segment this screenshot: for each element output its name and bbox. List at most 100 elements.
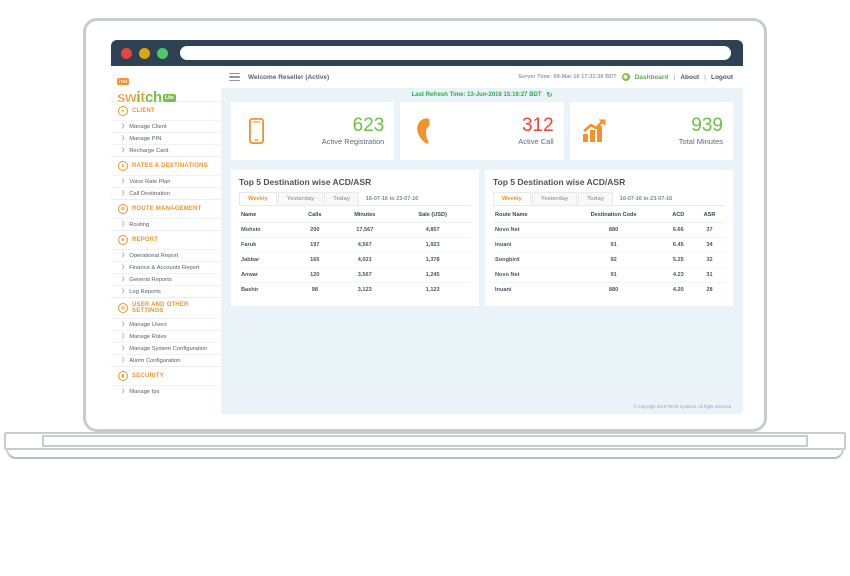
table-row[interactable]: Jabbar 165 4,021 1,378 <box>239 252 471 268</box>
chevron-right-icon: ❯ <box>121 178 126 184</box>
tab-weekly[interactable]: Weekly <box>493 192 531 205</box>
table-row[interactable]: Songbird 92 5.25 32 <box>493 252 725 268</box>
panel-title: Top 5 Destination wise ACD/ASR <box>239 177 372 187</box>
chevron-right-icon: ❯ <box>121 135 126 141</box>
sidebar-item-voice-rate-plan[interactable]: ❯ Voice Rate Plan <box>111 175 221 187</box>
mobile-phone-icon <box>239 118 273 144</box>
sidebar-section-route-management[interactable]: ⚙ ROUTE MANAGEMENT <box>111 199 221 218</box>
table-row[interactable]: Mohsin 200 17,567 4,857 <box>239 222 471 238</box>
browser-window: iTel switch Lite ● CLIENT ❯ Manage Client ❯ Ma… <box>111 40 743 414</box>
column-header: ACD <box>662 208 695 223</box>
brand-lite-badge: Lite <box>162 94 176 102</box>
chevron-right-icon: ❯ <box>121 333 126 339</box>
table-cell: Mohsin <box>239 222 295 238</box>
sidebar-section-user-and-other-settings[interactable]: ◎ USER AND OTHER SETTINGS <box>111 297 221 318</box>
tab-weekly[interactable]: Weekly <box>239 192 277 205</box>
sidebar-item-manage-roles[interactable]: ❯ Manage Roles <box>111 330 221 342</box>
tab-yesterday[interactable]: Yesterday <box>531 192 578 205</box>
table-cell: Jabbar <box>239 252 295 268</box>
maximize-icon[interactable] <box>157 47 168 59</box>
table-cell: 165 <box>294 252 336 268</box>
table-row[interactable]: Novo Net 91 4.23 31 <box>493 267 725 283</box>
bar-chart-arrow-icon <box>578 119 612 143</box>
sidebar-item-manage-system-configuration[interactable]: ❯ Manage System Configuration <box>111 342 221 354</box>
sidebar-item-label: Log Reports <box>129 288 161 295</box>
table-row[interactable]: Inuani 880 4.20 28 <box>493 283 725 298</box>
table-cell: 91 <box>564 267 663 283</box>
sidebar-item-label: Manage Ips <box>129 388 160 395</box>
date-range[interactable]: 16-07-16 to 23-07-16 <box>366 196 418 205</box>
minimize-icon[interactable] <box>139 47 150 59</box>
table-header-row: Route Name Destination Code ACD ASR <box>493 208 725 223</box>
table-cell: 17,567 <box>335 222 395 238</box>
table-cell: Inuani <box>495 287 512 293</box>
last-refresh-text: Last Refresh Time: 13-Jun-2016 15:16:27 … <box>411 92 542 98</box>
sidebar-item-label: Alarm Configuration <box>129 357 181 364</box>
sidebar-item-general-reports[interactable]: ❯ General Reports <box>111 273 221 285</box>
sidebar-section-label: REPORT <box>132 237 159 243</box>
kpi-card-total-minutes[interactable]: 939 Total Minutes <box>569 102 733 160</box>
footer-copyright: © Copyright 2015 REVE Systems. All Right… <box>633 404 731 409</box>
date-range[interactable]: 16-07-16 to 23-07-16 <box>620 196 672 205</box>
gear-icon: ⚙ <box>118 204 128 214</box>
tab-yesterday[interactable]: Yesterday <box>277 192 324 205</box>
table-row[interactable]: Bashir 98 3,123 1,123 <box>239 283 471 298</box>
sidebar-item-manage-ips[interactable]: ❯ Manage Ips <box>111 385 221 397</box>
table-cell: Faruk <box>239 237 295 253</box>
panel-row: Top 5 Destination wise ACD/ASR Weekly Ye… <box>221 160 743 306</box>
close-icon[interactable] <box>121 47 132 59</box>
table-cell: 3,567 <box>335 267 395 283</box>
brand-tag: iTel <box>117 78 130 85</box>
nav-dashboard[interactable]: Dashboard <box>635 74 669 81</box>
table-cell: 1,923 <box>394 237 471 253</box>
sidebar-item-call-destination[interactable]: ❯ Call Destination <box>111 187 221 199</box>
chevron-right-icon: ❯ <box>121 264 126 270</box>
table-cell: 4,857 <box>394 222 471 238</box>
sidebar-item-finance-accounts-report[interactable]: ❯ Finance & Accounts Report <box>111 261 221 273</box>
sidebar-section-security[interactable]: ▮ SECURITY <box>111 366 221 385</box>
sidebar-item-manage-pin[interactable]: ❯ Manage PIN <box>111 132 221 144</box>
menu-toggle-icon[interactable] <box>229 72 240 82</box>
table-row[interactable]: Faruk 197 4,567 1,923 <box>239 237 471 253</box>
column-header: Name <box>239 208 295 223</box>
sidebar-item-label: Manage System Configuration <box>129 345 208 352</box>
sidebar-item-alarm-configuration[interactable]: ❯ Alarm Configuration <box>111 354 221 366</box>
address-bar[interactable] <box>180 46 731 60</box>
sidebar-section-rates-destinations[interactable]: $ RATES & DESTINATIONS <box>111 156 221 175</box>
sidebar-item-manage-client[interactable]: ❯ Manage Client <box>111 120 221 132</box>
kpi-value: 623 <box>352 115 385 136</box>
panel-title: Top 5 Destination wise ACD/ASR <box>493 177 626 187</box>
chevron-right-icon: ❯ <box>121 252 126 258</box>
server-time: Server Time: 09-Mar-16 17:31:38 BDT <box>518 74 617 80</box>
table-row[interactable]: Anwar 120 3,567 1,245 <box>239 267 471 283</box>
table-cell: 1,245 <box>394 267 471 283</box>
column-header: Sale (USD) <box>394 208 471 223</box>
tab-today[interactable]: Today <box>324 192 359 205</box>
destination-table-right: Route Name Destination Code ACD ASR Novo Ne… <box>493 208 725 297</box>
kpi-card-row: 623 Active Registration 312 Active Call … <box>221 102 743 160</box>
table-cell: 4,567 <box>335 237 395 253</box>
sidebar-section-label: ROUTE MANAGEMENT <box>132 206 202 212</box>
sidebar-section-report[interactable]: ■ REPORT <box>111 230 221 249</box>
table-row[interactable]: Inuani 91 6.45 34 <box>493 237 725 253</box>
column-header: Calls <box>294 208 336 223</box>
sidebar-item-log-reports[interactable]: ❯ Log Reports <box>111 285 221 297</box>
table-cell: 92 <box>564 252 663 268</box>
user-icon: ● <box>118 106 128 116</box>
sidebar-item-operational-report[interactable]: ❯ Operational Report <box>111 249 221 261</box>
table-row[interactable]: Novo Net 880 6.66 37 <box>493 222 725 238</box>
tab-today[interactable]: Today <box>578 192 613 205</box>
sidebar-item-recharge-card[interactable]: ❯ Recharge Card <box>111 144 221 156</box>
sidebar-item-manage-users[interactable]: ❯ Manage Users <box>111 318 221 330</box>
kpi-value: 312 <box>521 115 554 136</box>
table-cell: 880 <box>608 287 619 293</box>
brand-logo[interactable]: iTel switch Lite <box>111 66 221 105</box>
refresh-icon[interactable]: ↻ <box>547 91 553 99</box>
kpi-card-active-call[interactable]: 312 Active Call <box>400 102 564 160</box>
sidebar-item-routing[interactable]: ❯ Routing <box>111 218 221 230</box>
table-cell: 91 <box>564 237 663 253</box>
nav-about[interactable]: About <box>680 74 699 81</box>
column-header: Destination Code <box>564 208 663 223</box>
nav-logout[interactable]: Logout <box>711 74 733 81</box>
kpi-card-active-registration[interactable]: 623 Active Registration <box>231 102 395 160</box>
